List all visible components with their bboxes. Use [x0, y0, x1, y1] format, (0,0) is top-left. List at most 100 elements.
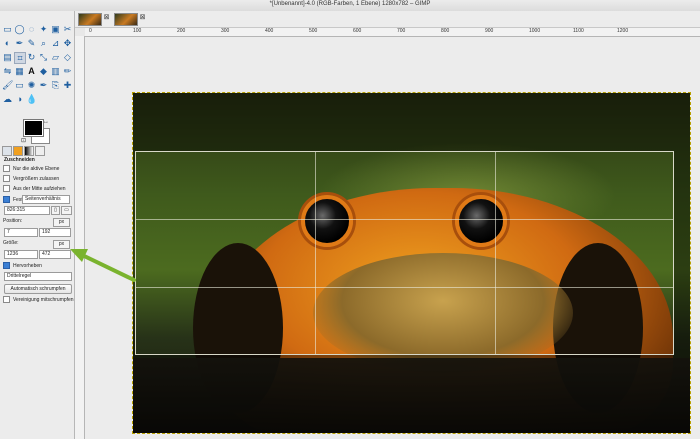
fixed-checkbox[interactable] [3, 196, 10, 203]
position-y-field[interactable]: 192 [39, 228, 71, 237]
toolbox: ▭ ◯ ◌ ✦ ▣ ✂ ◐ ✒ ✎ ⌕ ⊿ ✥ ▤ ⌗ ↻ ⤡ ▱ ◇ ⇋ ▦ A ◆ ▥ ✏ 🖌 ▭ ✺ ✒ ⎘ ✚ ☁ ◑ 💧 ↔ ⊡ Zu… [0, 11, 75, 439]
from-center-option[interactable]: Aus der Mitte aufziehen [3, 185, 66, 192]
ruler-label: 400 [265, 28, 274, 34]
foreground-color[interactable] [23, 119, 44, 137]
ruler-label: 1200 [617, 28, 629, 34]
eraser-icon[interactable]: ▭ [14, 80, 25, 91]
bucket-fill-icon[interactable]: ◆ [38, 66, 49, 77]
blur-icon[interactable]: 💧 [26, 94, 37, 105]
heal-icon[interactable]: ✚ [62, 80, 73, 91]
perspective-icon[interactable]: ◇ [62, 52, 73, 63]
horizontal-ruler[interactable]: 0 100 200 300 400 500 600 700 800 900 1000 1100 1200 [85, 28, 700, 37]
airbrush-icon[interactable]: ✺ [26, 80, 37, 91]
pencil-icon[interactable]: ✏ [62, 66, 73, 77]
ink-icon[interactable]: ✒ [38, 80, 49, 91]
only-active-layer-label: Nur die aktive Ebene [13, 165, 60, 172]
from-center-checkbox[interactable] [3, 185, 10, 192]
ruler-label: 900 [485, 28, 494, 34]
rotate-icon[interactable]: ↻ [26, 52, 37, 63]
close-tab-1-icon[interactable]: ⊠ [103, 14, 110, 22]
ruler-label: 1000 [529, 28, 541, 34]
crop-dim-right [674, 151, 690, 355]
highlight-checkbox[interactable] [3, 262, 10, 269]
allow-grow-label: Vergrößern zulassen [13, 175, 60, 182]
size-label: Größe: [3, 240, 19, 246]
crop-rectangle[interactable] [135, 151, 674, 355]
allow-grow-checkbox[interactable] [3, 175, 10, 182]
from-center-label: Aus der Mitte aufziehen [13, 185, 66, 192]
tool-options-title: Zuschneiden [4, 157, 35, 163]
landscape-icon[interactable]: ▭ [61, 206, 72, 215]
move-icon[interactable]: ✥ [62, 38, 73, 49]
crop-dim-bottom [133, 355, 690, 433]
thirds-guide-v1 [315, 152, 316, 354]
ruler-label: 800 [441, 28, 450, 34]
thirds-guide-h1 [136, 219, 673, 220]
dodge-icon[interactable]: ◑ [14, 94, 25, 105]
only-active-layer-option[interactable]: Nur die aktive Ebene [3, 165, 59, 172]
text-icon[interactable]: A [26, 66, 37, 77]
shrink-merged-option[interactable]: Vereinigung mitschrumpfen [3, 296, 74, 303]
image-tab-bar: ⊠ ⊠ [74, 11, 700, 28]
portrait-icon[interactable]: ▯ [51, 206, 60, 215]
paintbrush-icon[interactable]: 🖌 [2, 80, 13, 91]
measure-icon[interactable]: ⊿ [50, 38, 61, 49]
scale-icon[interactable]: ⤡ [38, 52, 49, 63]
vertical-ruler[interactable] [75, 36, 85, 439]
ellipse-select-icon[interactable]: ◯ [14, 24, 25, 35]
thirds-guide-h2 [136, 287, 673, 288]
highlight-label: Hervorheben [13, 262, 42, 269]
close-tab-2-icon[interactable]: ⊠ [139, 14, 146, 22]
align-icon[interactable]: ▤ [2, 52, 13, 63]
thirds-guide-v2 [495, 152, 496, 354]
fixed-mode-select[interactable]: Seitenverhältnis [22, 195, 70, 204]
aspect-ratio-field[interactable]: 826:315 [4, 206, 50, 215]
cage-icon[interactable]: ▦ [14, 66, 25, 77]
swap-colors-icon[interactable]: ↔ [43, 119, 49, 125]
fuzzy-select-icon[interactable]: ✦ [38, 24, 49, 35]
dock-tab-strip [2, 146, 72, 156]
rect-select-icon[interactable]: ▭ [2, 24, 13, 35]
device-status-tab[interactable] [13, 146, 23, 156]
tool-options-tab[interactable] [2, 146, 12, 156]
flip-icon[interactable]: ⇋ [2, 66, 13, 77]
scissors-icon[interactable]: ✂ [62, 24, 73, 35]
smudge-icon[interactable]: ☁ [2, 94, 13, 105]
size-width-field[interactable]: 1236 [4, 250, 38, 259]
reset-colors-icon[interactable]: ⊡ [21, 137, 26, 144]
ruler-label: 1100 [573, 28, 584, 34]
shrink-merged-label: Vereinigung mitschrumpfen [13, 296, 74, 303]
only-active-layer-checkbox[interactable] [3, 165, 10, 172]
shear-icon[interactable]: ▱ [50, 52, 61, 63]
shrink-merged-checkbox[interactable] [3, 296, 10, 303]
gradients-tab[interactable] [24, 146, 34, 156]
position-x-field[interactable]: 7 [4, 228, 38, 237]
crop-dim-top [133, 93, 690, 151]
blend-icon[interactable]: ▥ [50, 66, 61, 77]
highlight-option[interactable]: Hervorheben [3, 262, 42, 269]
ruler-label: 0 [89, 28, 92, 34]
allow-grow-option[interactable]: Vergrößern zulassen [3, 175, 59, 182]
color-picker-icon[interactable]: ✎ [26, 38, 37, 49]
annotation-arrow-icon [70, 249, 136, 282]
image-tab-1[interactable] [78, 13, 102, 26]
paths-icon[interactable]: ✒ [14, 38, 25, 49]
color-select-icon[interactable]: ▣ [50, 24, 61, 35]
ruler-label: 500 [309, 28, 318, 34]
color-swatches: ↔ ⊡ [21, 119, 51, 144]
image-tab-2[interactable] [114, 13, 138, 26]
ruler-label: 600 [353, 28, 362, 34]
position-unit-select[interactable]: px [53, 218, 70, 227]
fixed-option[interactable]: Fest [3, 196, 23, 203]
ruler-label: 100 [133, 28, 142, 34]
free-select-icon[interactable]: ◌ [26, 24, 37, 35]
window-title: *[Unbenannt]-4.0 (RGB-Farben, 1 Ebene) 1… [269, 1, 431, 7]
clone-icon[interactable]: ⎘ [50, 80, 61, 91]
images-tab[interactable] [35, 146, 45, 156]
crop-icon[interactable]: ⌗ [14, 52, 26, 64]
position-label: Position: [3, 218, 23, 224]
zoom-icon[interactable]: ⌕ [38, 38, 49, 49]
foreground-select-icon[interactable]: ◐ [2, 38, 13, 49]
ruler-label: 200 [177, 28, 186, 34]
ruler-label: 700 [397, 28, 406, 34]
